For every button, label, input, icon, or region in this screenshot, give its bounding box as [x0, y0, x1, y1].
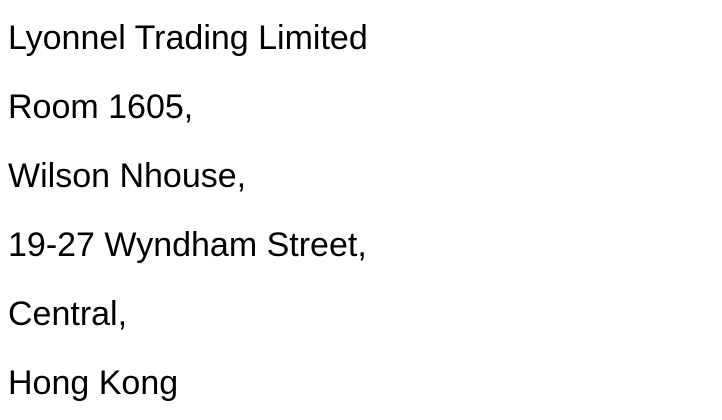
room-number: Room 1605,: [8, 88, 194, 126]
building-name: Wilson Nhouse,: [8, 157, 247, 195]
street-address: 19-27 Wyndham Street,: [8, 226, 367, 264]
company-name: Lyonnel Trading Limited: [8, 19, 368, 57]
region: Hong Kong: [8, 364, 179, 402]
address-block: Lyonnel Trading Limited Room 1605, Wilso…: [8, 18, 708, 403]
district: Central,: [8, 295, 128, 333]
